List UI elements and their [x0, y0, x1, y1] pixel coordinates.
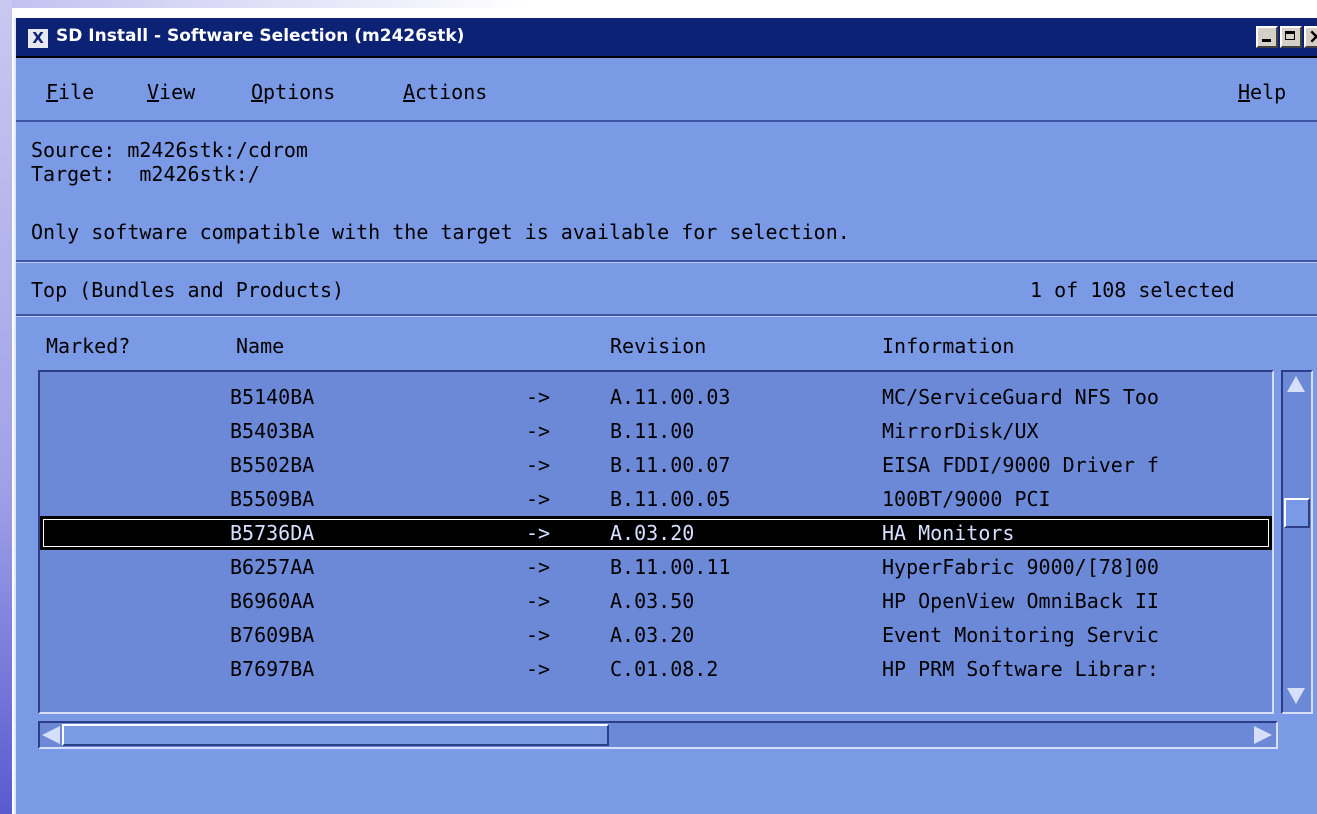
cell-information: EISA FDDI/9000 Driver f	[882, 453, 1159, 477]
cell-name: B5509BA	[230, 487, 315, 511]
scroll-up-arrow-icon[interactable]	[1287, 376, 1305, 392]
cell-information: 100BT/9000 PCI	[882, 487, 1051, 511]
cell-information: HP OpenView OmniBack II	[882, 589, 1159, 613]
cell-arrow: ->	[526, 487, 551, 511]
cell-name: B6257AA	[230, 555, 315, 579]
table-row[interactable]: B5502BA -> B.11.00.07 EISA FDDI/9000 Driver…	[40, 448, 1272, 482]
cell-arrow: ->	[526, 385, 551, 409]
cell-information: Event Monitoring Servic	[882, 623, 1159, 647]
cell-arrow: ->	[526, 521, 551, 545]
cell-name: B5403BA	[230, 419, 315, 443]
scroll-left-arrow-icon[interactable]	[42, 726, 60, 744]
title-bar[interactable]: X SD Install - Software Selection (m2426…	[16, 18, 1317, 58]
slide-background-edge	[0, 0, 12, 814]
cell-information: MC/ServiceGuard NFS Too	[882, 385, 1159, 409]
source-label: Source: m2426stk:/cdrom	[31, 138, 308, 162]
table-row-selected[interactable]: B5736DA -> A.03.20 HA Monitors	[40, 516, 1272, 550]
minimize-icon[interactable]	[1256, 26, 1278, 48]
table-row[interactable]: B5509BA -> B.11.00.05 100BT/9000 PCI	[40, 482, 1272, 516]
scroll-right-arrow-icon[interactable]	[1254, 726, 1272, 744]
cell-name: B5502BA	[230, 453, 315, 477]
menu-view-label: iew	[159, 80, 196, 104]
menu-view-mnemonic: V	[147, 80, 160, 104]
menu-actions-mnemonic: A	[403, 80, 416, 104]
cell-information: MirrorDisk/UX	[882, 419, 1039, 443]
table-row[interactable]: B7609BA -> A.03.20 Event Monitoring Servic	[40, 618, 1272, 652]
cell-arrow: ->	[526, 419, 551, 443]
close-icon[interactable]	[1304, 24, 1317, 48]
cell-name: B6960AA	[230, 589, 315, 613]
cell-revision: B.11.00.11	[610, 555, 731, 579]
x-window-icon[interactable]: X	[28, 29, 48, 48]
menu-bar: File View Options Actions Help	[16, 58, 1317, 122]
cell-revision: B.11.00.05	[610, 487, 731, 511]
menu-file[interactable]: File	[46, 80, 94, 104]
menu-help-mnemonic: H	[1238, 80, 1251, 104]
column-header-information[interactable]: Information	[882, 334, 1014, 358]
divider	[16, 260, 1317, 263]
software-list[interactable]: B5140BA -> A.11.00.03 MC/ServiceGuard NFS T…	[38, 370, 1274, 714]
menu-help-label: elp	[1250, 80, 1287, 104]
horizontal-scroll-thumb[interactable]	[62, 724, 609, 746]
list-level-label: Top (Bundles and Products)	[31, 278, 345, 302]
menu-options[interactable]: Options	[251, 80, 335, 104]
target-label: Target: m2426stk:/	[31, 162, 260, 186]
table-row[interactable]: B6960AA -> A.03.50 HP OpenView OmniBack II	[40, 584, 1272, 618]
cell-information: HA Monitors	[882, 521, 1015, 545]
selection-count: 1 of 108 selected	[1030, 278, 1235, 302]
vertical-scroll-thumb[interactable]	[1284, 498, 1310, 528]
sd-install-window: X SD Install - Software Selection (m2426…	[14, 18, 1317, 814]
column-header-marked[interactable]: Marked?	[46, 334, 130, 358]
menu-options-label: ptions	[263, 80, 336, 104]
scroll-down-arrow-icon[interactable]	[1287, 688, 1305, 704]
menu-help[interactable]: Help	[1238, 80, 1286, 104]
cell-name: B7609BA	[230, 623, 315, 647]
window-title: SD Install - Software Selection (m2426st…	[56, 26, 465, 46]
cell-revision: C.01.08.2	[610, 657, 719, 681]
vertical-scrollbar[interactable]	[1281, 370, 1313, 714]
cell-arrow: ->	[526, 657, 551, 681]
cell-name: B7697BA	[230, 657, 315, 681]
cell-revision: A.11.00.03	[610, 385, 731, 409]
menu-actions[interactable]: Actions	[403, 80, 487, 104]
menu-actions-label: ctions	[415, 80, 488, 104]
menu-options-mnemonic: O	[251, 80, 264, 104]
divider	[16, 314, 1317, 317]
column-header-revision[interactable]: Revision	[610, 334, 706, 358]
table-row[interactable]: B5403BA -> B.11.00 MirrorDisk/UX	[40, 414, 1272, 448]
menu-file-label: ile	[58, 80, 95, 104]
cell-revision: A.03.20	[610, 521, 695, 545]
table-row[interactable]: B6257AA -> B.11.00.11 HyperFabric 9000/[78]…	[40, 550, 1272, 584]
cell-name: B5736DA	[230, 521, 315, 545]
menu-view[interactable]: View	[147, 80, 195, 104]
slide-background-top	[0, 0, 1317, 8]
cell-arrow: ->	[526, 555, 551, 579]
column-header-name[interactable]: Name	[236, 334, 284, 358]
cell-name: B5140BA	[230, 385, 315, 409]
cell-revision: B.11.00	[610, 419, 695, 443]
cell-arrow: ->	[526, 623, 551, 647]
cell-information: HP PRM Software Librar:	[882, 657, 1159, 681]
menu-file-mnemonic: F	[46, 80, 59, 104]
table-row[interactable]: B5140BA -> A.11.00.03 MC/ServiceGuard NFS T…	[40, 380, 1272, 414]
cell-revision: A.03.50	[610, 589, 695, 613]
table-row[interactable]: B7697BA -> C.01.08.2 HP PRM Software Librar…	[40, 652, 1272, 686]
cell-revision: A.03.20	[610, 623, 695, 647]
cell-arrow: ->	[526, 589, 551, 613]
compatibility-note: Only software compatible with the target…	[31, 220, 850, 244]
maximize-icon[interactable]	[1280, 26, 1302, 48]
cell-revision: B.11.00.07	[610, 453, 731, 477]
cell-information: HyperFabric 9000/[78]00	[882, 555, 1159, 579]
cell-arrow: ->	[526, 453, 551, 477]
